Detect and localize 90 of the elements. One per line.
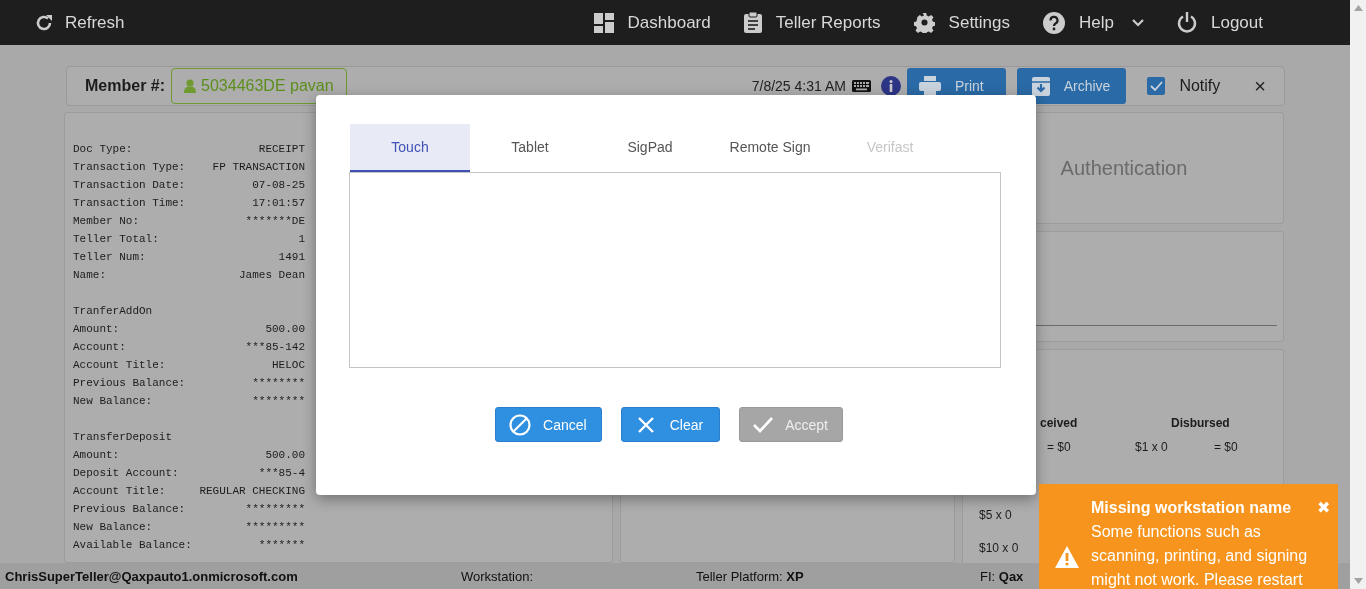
settings-icon (913, 12, 935, 33)
tab[interactable]: SigPad (590, 124, 710, 172)
user-email: ChrisSuperTeller@Qaxpauto1.onmicrosoft.com (5, 568, 298, 584)
receipt-label: Member No: (73, 214, 139, 229)
nav-link[interactable]: Help (1043, 11, 1144, 34)
receipt-value: 1491 (278, 250, 305, 265)
keyboard-icon[interactable] (851, 80, 871, 92)
receipt-value: REGULAR CHECKING (199, 484, 305, 499)
clipboard-icon (743, 12, 762, 33)
receipt-value: RECEIPT (258, 142, 305, 157)
scroll-down-icon[interactable] (1353, 578, 1363, 584)
receipt-label: Transaction Date: (73, 178, 186, 193)
close-button[interactable]: × (1254, 74, 1266, 98)
receipt-label: Transaction Time: (73, 196, 186, 211)
fi-label: FI: Qax (980, 568, 1024, 584)
receipt-value: FP TRANSACTION (212, 160, 305, 175)
receipt-value: 500.00 (265, 322, 305, 337)
receipt-value: ********* (245, 520, 305, 535)
member-id: 5034463DE pavan (201, 77, 334, 95)
receipt-value: 17:01:57 (252, 196, 305, 211)
person-icon (184, 79, 197, 93)
receipt-label: Deposit Account: (73, 466, 179, 481)
scroll-up-icon[interactable] (1353, 5, 1363, 11)
cash-cell: = $0 (1047, 440, 1071, 454)
receipt-value: HELOC (272, 358, 305, 373)
scrollbar[interactable] (1350, 0, 1366, 589)
receipt-value: *******DE (245, 214, 305, 229)
cash-cell: $10 x 0 (979, 541, 1019, 555)
receipt-label: Teller Total: (73, 232, 159, 247)
receipt-label: Amount: (73, 448, 120, 463)
nav-link[interactable]: Logout (1177, 11, 1263, 34)
refresh-icon (35, 13, 53, 32)
section-heading: TranferAddOn (73, 304, 154, 319)
nav-link[interactable]: Dashboard (593, 11, 711, 34)
receipt-value: ***85-142 (245, 340, 305, 355)
receipt-value: ******** (252, 376, 305, 391)
receipt-value: James Dean (239, 268, 305, 283)
toast-title: Missing workstation name (1091, 498, 1293, 518)
receipt-label: Account Title: (73, 358, 166, 373)
receipt-label: Doc Type: (73, 142, 133, 157)
receipt-label: Amount: (73, 322, 120, 337)
section-heading: TransferDeposit (73, 430, 174, 445)
receipt-value: 1 (298, 232, 305, 247)
receipt-label: Account: (73, 340, 126, 355)
receipt-label: Account Title: (73, 484, 166, 499)
tab[interactable]: Tablet (470, 124, 590, 172)
notify-label: Notify (1179, 77, 1221, 95)
receipt-label: Teller Num: (73, 250, 146, 265)
tab[interactable]: Touch (350, 124, 470, 172)
checkmark-icon (753, 416, 774, 433)
close-icon (637, 416, 654, 433)
chevron-down-icon (1132, 18, 1144, 27)
prohibited-icon (509, 413, 532, 436)
receipt-label: Name: (73, 268, 106, 283)
notify-checkbox[interactable] (1147, 77, 1166, 95)
tab[interactable]: Remote Sign (710, 124, 830, 172)
member-label: Member #: (85, 77, 166, 95)
cash-cell: = $0 (1214, 440, 1238, 454)
column-header: ceived (1040, 416, 1079, 432)
card-title: Authentication (1059, 156, 1188, 180)
receipt-value: ********* (245, 502, 305, 517)
power-icon (1177, 12, 1197, 33)
help-icon (1043, 11, 1066, 34)
date-time: 7/8/25 4:31 AM (751, 78, 846, 94)
receipt-value: ******** (252, 394, 305, 409)
receipt-value: 500.00 (265, 448, 305, 463)
receipt-label: New Balance: (73, 394, 153, 409)
nav-link[interactable]: Teller Reports (743, 11, 881, 34)
cash-cell: $1 x 0 (1135, 440, 1168, 454)
archive-icon (1031, 76, 1050, 96)
archive-button[interactable]: Archive (1016, 68, 1127, 104)
receipt-value: 07-08-25 (252, 178, 305, 193)
workstation-label: Workstation: (461, 568, 533, 584)
receipt-value: ***85-4 (258, 466, 305, 481)
refresh-button[interactable]: Refresh (35, 12, 125, 33)
dashboard-icon (593, 12, 614, 33)
platform-label: Teller Platform: XP (696, 568, 804, 584)
printer-icon (918, 76, 941, 96)
receipt-label: Previous Balance: (73, 502, 186, 517)
cash-cell: $5 x 0 (979, 508, 1012, 522)
column-header: Disbursed (1170, 416, 1231, 432)
receipt-label: Previous Balance: (73, 376, 186, 391)
receipt-label: New Balance: (73, 520, 153, 535)
receipt-value: ******* (258, 538, 305, 553)
warning-icon (1055, 546, 1079, 568)
nav-link[interactable]: Settings (913, 11, 1011, 34)
info-icon[interactable] (880, 76, 901, 96)
toast-message: Some functions such as scanning, printing, and signing might not work. Please restart (1091, 522, 1309, 589)
receipt-label: Transaction Type: (73, 160, 186, 175)
receipt-label: Available Balance: (73, 538, 192, 553)
